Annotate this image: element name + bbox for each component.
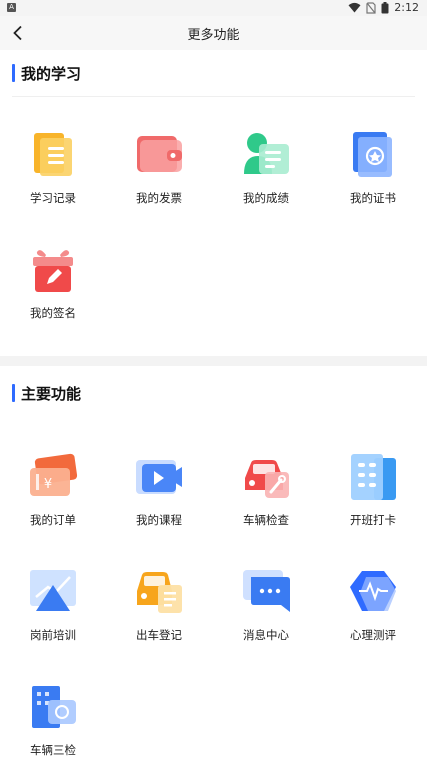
- grid-item-label: 我的订单: [30, 513, 76, 527]
- vehicle-three-check-icon: [32, 686, 76, 728]
- no-sim-icon: [366, 1, 376, 14]
- message-center-icon: [243, 570, 290, 612]
- section-separator: [0, 356, 427, 366]
- section-title-main: 主要功能: [21, 385, 82, 403]
- grid-item-class-checkin[interactable]: 开班打卡: [320, 452, 426, 552]
- grid-item-departure-register[interactable]: 出车登记: [106, 567, 212, 667]
- section-accent-bar: [12, 384, 15, 402]
- grid-item-label: 我的签名: [30, 306, 76, 320]
- grid-item-label: 岗前培训: [30, 628, 76, 642]
- page-title: 更多功能: [187, 28, 240, 43]
- wifi-icon: [348, 2, 361, 13]
- nav-bar: 更多功能: [0, 16, 427, 50]
- grades-icon: [244, 133, 289, 174]
- grid-item-certificate[interactable]: 我的证书: [320, 130, 426, 230]
- study-record-icon: [34, 133, 72, 176]
- grid-item-vehicle-three-check[interactable]: 车辆三检: [0, 682, 106, 782]
- grid-item-my-courses[interactable]: 我的课程: [106, 452, 212, 552]
- grid-item-signature[interactable]: 我的签名: [0, 245, 106, 345]
- class-checkin-icon: [351, 454, 396, 500]
- section-header-main: 主要功能: [0, 370, 427, 416]
- grid-item-label: 车辆三检: [30, 743, 76, 757]
- section-title-study: 我的学习: [21, 65, 82, 83]
- vehicle-inspection-icon: [245, 460, 289, 498]
- grid-item-label: 车辆检查: [243, 513, 289, 527]
- status-bar: A 2:12: [0, 0, 427, 16]
- grid-item-label: 学习记录: [30, 191, 76, 205]
- grid-item-study-record[interactable]: 学习记录: [0, 130, 106, 230]
- grid-item-label: 消息中心: [243, 628, 289, 642]
- grid-item-label: 开班打卡: [350, 513, 396, 527]
- clock: 2:12: [394, 1, 419, 14]
- order-ticket-icon: ¥: [30, 453, 78, 496]
- svg-text:¥: ¥: [44, 477, 52, 492]
- divider: [12, 96, 415, 97]
- battery-icon: [381, 1, 389, 13]
- grid-item-invoice[interactable]: 我的发票: [106, 130, 212, 230]
- video-course-icon: [136, 460, 182, 494]
- grid-item-label: 我的成绩: [243, 191, 289, 205]
- grid-item-label: 出车登记: [136, 628, 182, 642]
- grid-item-message-center[interactable]: 消息中心: [213, 567, 319, 667]
- grid-item-psych-assessment[interactable]: 心理测评: [320, 567, 426, 667]
- app-notification-icon: A: [7, 3, 16, 12]
- grid-item-my-orders[interactable]: ¥ 我的订单: [0, 452, 106, 552]
- grid-item-label: 心理测评: [350, 628, 396, 642]
- grid-item-vehicle-check[interactable]: 车辆检查: [213, 452, 319, 552]
- grid-item-pre-job-training[interactable]: 岗前培训: [0, 567, 106, 667]
- psych-assessment-icon: [350, 571, 396, 611]
- section-header-study: 我的学习: [0, 50, 427, 96]
- grid-item-label: 我的发票: [136, 191, 182, 205]
- certificate-icon: [353, 132, 392, 177]
- signature-gift-icon: [33, 250, 73, 292]
- grid-item-label: 我的课程: [136, 513, 182, 527]
- section-accent-bar: [12, 64, 15, 82]
- departure-register-icon: [137, 572, 182, 613]
- grid-item-grades[interactable]: 我的成绩: [213, 130, 319, 230]
- invoice-wallet-icon: [137, 136, 182, 172]
- pre-job-training-icon: [30, 570, 76, 611]
- grid-item-label: 我的证书: [350, 191, 396, 205]
